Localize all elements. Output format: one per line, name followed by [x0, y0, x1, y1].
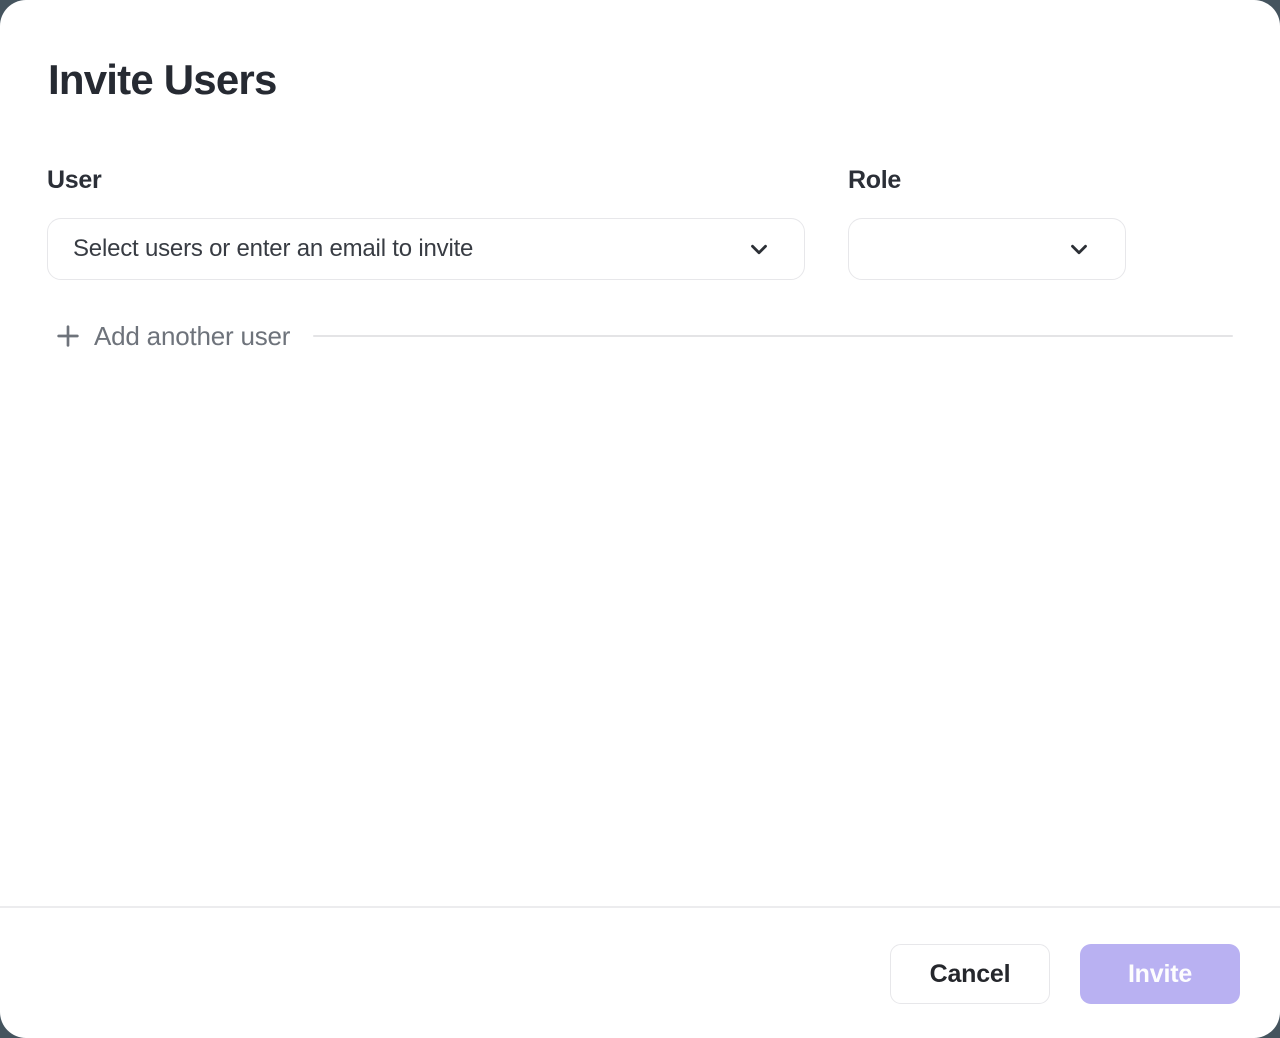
add-another-user-button[interactable]: Add another user: [54, 320, 1233, 352]
user-label: User: [47, 164, 805, 196]
add-another-user-label: Add another user: [94, 321, 290, 352]
role-field: Role: [848, 164, 1126, 280]
page-backdrop: Invite Users User Select users or enter …: [0, 0, 1280, 1038]
role-select[interactable]: [848, 218, 1126, 280]
user-select-placeholder: Select users or enter an email to invite: [73, 235, 746, 263]
invite-button[interactable]: Invite: [1080, 944, 1240, 1004]
page-title: Invite Users: [48, 56, 277, 104]
role-label: Role: [848, 164, 1126, 196]
footer-actions: Cancel Invite: [890, 944, 1240, 1004]
cancel-button[interactable]: Cancel: [890, 944, 1050, 1004]
plus-icon: [54, 322, 82, 350]
chevron-down-icon: [746, 236, 772, 262]
user-select[interactable]: Select users or enter an email to invite: [47, 218, 805, 280]
inline-divider: [313, 335, 1233, 337]
footer-divider: [0, 906, 1280, 908]
invite-users-modal: Invite Users User Select users or enter …: [0, 0, 1280, 1038]
user-field: User Select users or enter an email to i…: [47, 164, 805, 280]
chevron-down-icon: [1066, 236, 1092, 262]
